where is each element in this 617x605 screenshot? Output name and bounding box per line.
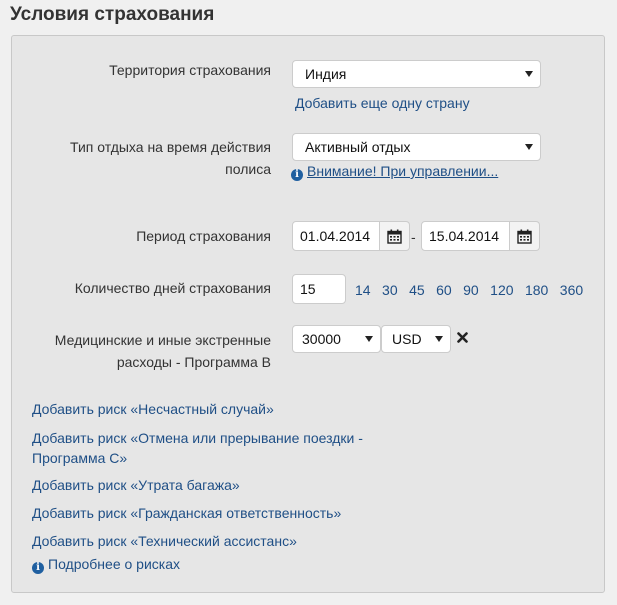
add-risk-cancellation-link-line1[interactable]: Добавить риск «Отмена или прерывание пое… (32, 427, 363, 449)
page-title: Условия страхования (10, 4, 215, 25)
medical-label-line2: расходы - Программа В (116, 354, 271, 370)
days-preset-link[interactable]: 45 (409, 279, 425, 301)
period-start-input[interactable]: 01.04.2014 (292, 221, 380, 251)
medical-label-line1: Медицинские и иные экстренные (54, 332, 271, 348)
vacation-warning-text: Внимание! При управлении... (307, 163, 499, 179)
info-icon: i (291, 169, 303, 181)
add-risk-accident-link[interactable]: Добавить риск «Несчастный случай» (32, 398, 274, 420)
days-preset-link[interactable]: 180 (525, 279, 548, 301)
calendar-icon (517, 229, 532, 244)
territory-label: Территория страхования (109, 62, 271, 78)
period-start-calendar-button[interactable] (380, 221, 410, 251)
days-preset-link[interactable]: 360 (560, 279, 583, 301)
vacation-type-label-line2: полиса (225, 161, 271, 177)
period-label: Период страхования (136, 228, 271, 244)
period-end-calendar-button[interactable] (510, 221, 540, 251)
days-preset-link[interactable]: 90 (463, 279, 479, 301)
medical-currency-select[interactable]: USD (381, 325, 451, 353)
days-preset-link[interactable]: 120 (490, 279, 513, 301)
vacation-type-value: Активный отдых (305, 139, 411, 155)
add-risk-liability-link[interactable]: Добавить риск «Гражданская ответственнос… (32, 502, 341, 524)
vacation-type-select[interactable]: Активный отдых (292, 133, 541, 161)
risks-more-link[interactable]: i Подробнее о рисках (32, 553, 180, 575)
add-risk-baggage-link[interactable]: Добавить риск «Утрата багажа» (32, 474, 240, 496)
vacation-warning-link[interactable]: i Внимание! При управлении... (291, 160, 498, 182)
period-end-input[interactable]: 15.04.2014 (421, 221, 510, 251)
territory-value: Индия (305, 66, 347, 82)
days-input[interactable]: 15 (292, 274, 346, 304)
calendar-icon (387, 229, 402, 244)
add-country-link[interactable]: Добавить еще одну страну (295, 92, 470, 114)
chevron-down-icon (525, 71, 533, 77)
territory-select[interactable]: Индия (292, 60, 541, 88)
add-risk-assistance-link[interactable]: Добавить риск «Технический ассистанс» (32, 530, 297, 552)
medical-amount-value: 30000 (302, 331, 341, 347)
days-preset-link[interactable]: 60 (436, 279, 452, 301)
days-label: Количество дней страхования (74, 280, 271, 296)
chevron-down-icon (525, 144, 533, 150)
remove-icon[interactable] (457, 332, 468, 343)
medical-currency-value: USD (392, 331, 422, 347)
days-preset-link[interactable]: 30 (382, 279, 398, 301)
period-separator: - (411, 229, 416, 245)
days-preset-link[interactable]: 14 (355, 279, 371, 301)
info-icon: i (32, 562, 44, 574)
add-risk-cancellation-link-line2[interactable]: Программа С» (32, 447, 127, 469)
risks-more-text: Подробнее о рисках (48, 556, 180, 572)
chevron-down-icon (435, 336, 443, 342)
vacation-type-label-line1: Тип отдыха на время действия (70, 139, 271, 155)
medical-amount-select[interactable]: 30000 (292, 325, 381, 353)
days-presets: 14 30 45 60 90 120 180 360 (355, 279, 590, 301)
chevron-down-icon (365, 336, 373, 342)
